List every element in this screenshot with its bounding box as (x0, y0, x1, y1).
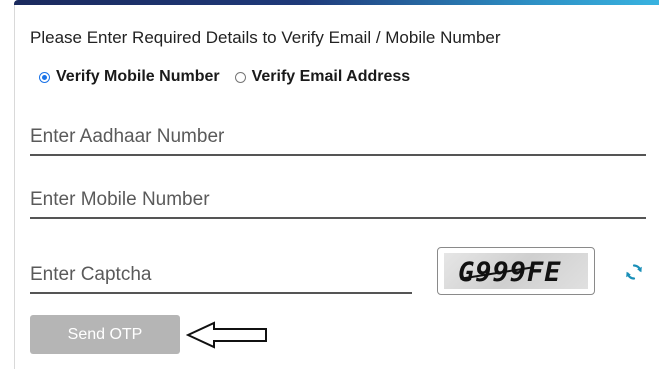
panel-border (14, 5, 15, 369)
aadhaar-field-wrapper (30, 120, 646, 156)
aadhaar-number-input[interactable] (30, 120, 646, 154)
send-otp-button[interactable]: Send OTP (30, 315, 180, 354)
captcha-text: G999FE (458, 257, 562, 288)
captcha-image: G999FE (437, 247, 595, 295)
header-accent-bar (14, 0, 659, 5)
radio-label-mobile: Verify Mobile Number (56, 68, 220, 85)
radio-label-email: Verify Email Address (251, 68, 411, 85)
captcha-input[interactable] (30, 258, 412, 292)
captcha-field-wrapper (30, 258, 412, 294)
radio-button-unchecked[interactable] (234, 71, 246, 83)
captcha-background: G999FE (444, 253, 588, 289)
verify-type-radio-group: Verify Mobile Number Verify Email Addres… (39, 68, 425, 86)
refresh-icon[interactable] (624, 262, 644, 282)
arrow-left-icon (186, 321, 267, 349)
form-heading: Please Enter Required Details to Verify … (30, 28, 501, 47)
verification-page: Please Enter Required Details to Verify … (0, 0, 659, 369)
mobile-field-wrapper (30, 183, 646, 219)
radio-verify-email[interactable]: Verify Email Address (234, 68, 411, 86)
radio-verify-mobile[interactable]: Verify Mobile Number (39, 68, 220, 86)
mobile-number-input[interactable] (30, 183, 646, 217)
radio-button-checked[interactable] (39, 71, 50, 83)
